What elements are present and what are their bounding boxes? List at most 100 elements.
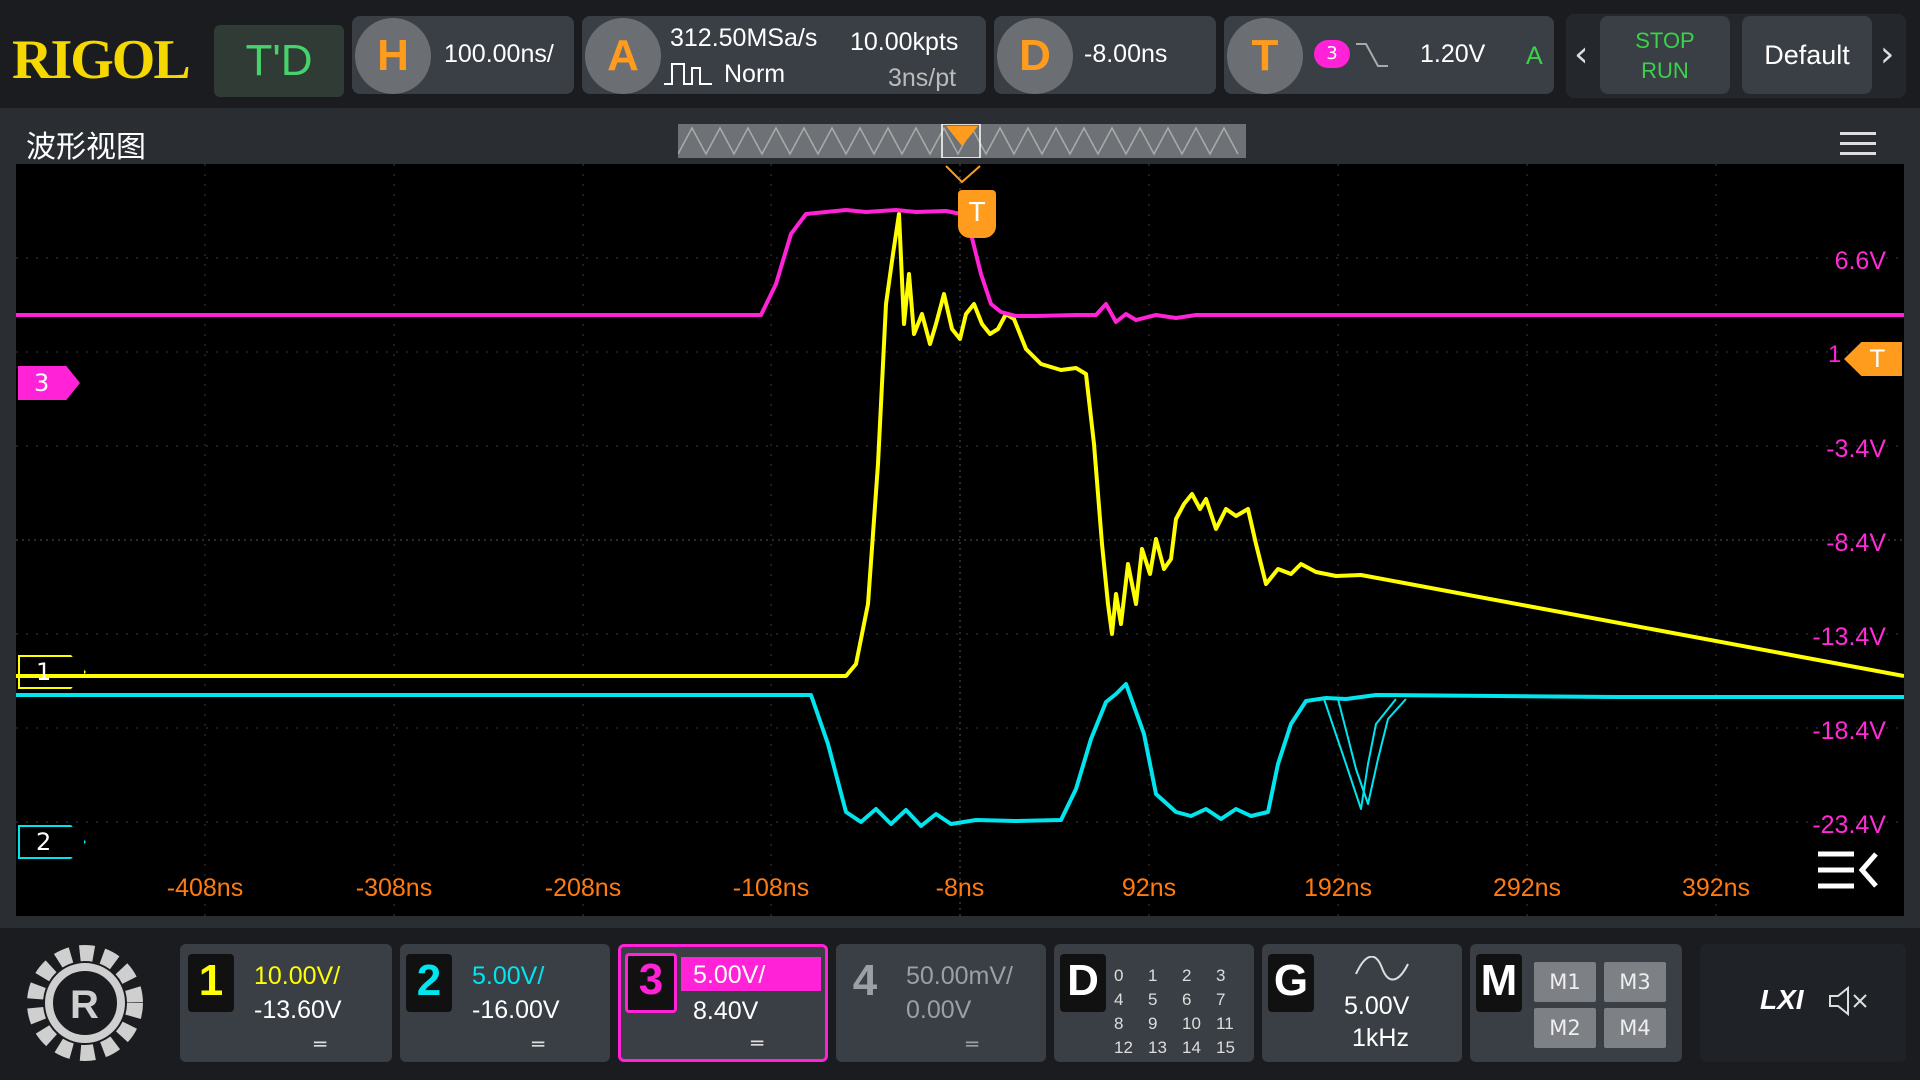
waveform-screen[interactable]	[16, 164, 1905, 916]
acquire-button[interactable]: A	[585, 18, 661, 94]
x-axis-label: 192ns	[1303, 874, 1373, 902]
generator-frequency: 1kHz	[1352, 1024, 1409, 1052]
waveform-graticule	[16, 164, 1905, 916]
digital-bits: 0123 4567 8 9 10 11 12 13 14 15	[1114, 966, 1250, 1058]
math-m1-button[interactable]: M1	[1534, 962, 1596, 1002]
generator-panel[interactable]: G 5.00V 1kHz	[1262, 944, 1462, 1062]
stop-label: STOP	[1635, 28, 1695, 53]
run-label: RUN	[1641, 58, 1689, 83]
ch1-offset: -13.60V	[254, 996, 342, 1024]
y-axis-label: -3.4V	[1826, 435, 1886, 463]
chevron-right-icon[interactable]: ›	[1880, 34, 1894, 75]
digital-bit: 2	[1182, 966, 1192, 985]
x-axis-label: -208ns	[544, 874, 622, 902]
digital-bit: 7	[1216, 990, 1226, 1009]
ch2-number: 2	[416, 956, 442, 1005]
math-m4-button[interactable]: M4	[1604, 1008, 1666, 1048]
acquire-mode-icon	[664, 63, 712, 85]
rising-edge-icon	[1356, 43, 1388, 67]
sine-wave-icon	[1355, 956, 1409, 981]
generator-amplitude: 5.00V	[1344, 992, 1410, 1020]
delay-value: -8.00ns	[1084, 40, 1168, 68]
default-button[interactable]: Default	[1742, 16, 1872, 94]
timebase-value: 100.00ns/	[444, 40, 554, 68]
trigger-level-prefix: 1	[1828, 341, 1842, 368]
x-axis-label: 92ns	[1121, 874, 1177, 902]
chevron-left-icon[interactable]: ‹	[1574, 34, 1588, 75]
generator-letter: G	[1273, 956, 1309, 1005]
ch1-number: 1	[198, 956, 224, 1005]
dc-coupling-icon: ═	[966, 1032, 979, 1056]
x-axis-label: -108ns	[732, 874, 810, 902]
menu-icon[interactable]	[1840, 132, 1876, 158]
dc-coupling-icon: ═	[751, 1031, 764, 1055]
home-gear-icon[interactable]: R	[18, 936, 152, 1070]
digital-bit: 0	[1114, 966, 1124, 985]
digital-bit: 13	[1148, 1038, 1167, 1057]
digital-bit: 12	[1114, 1038, 1133, 1057]
digital-bit: 9	[1148, 1014, 1158, 1033]
ch3-number: 3	[638, 955, 664, 1004]
y-axis-label: -18.4V	[1812, 717, 1886, 745]
svg-text:R: R	[70, 983, 99, 1027]
digital-bit: 4	[1114, 990, 1124, 1009]
trigger-source-badge: 3	[1314, 40, 1350, 68]
speaker-muted-icon[interactable]	[1826, 984, 1870, 1018]
digital-bit: 14	[1182, 1038, 1201, 1057]
x-axis-label: 392ns	[1681, 874, 1751, 902]
ch1-panel[interactable]: 1 10.00V/ -13.60V ═	[180, 944, 392, 1062]
ch4-panel[interactable]: 4 50.00mV/ 0.00V ═	[836, 944, 1046, 1062]
ch4-offset: 0.00V	[906, 996, 972, 1024]
ch2-offset: -16.00V	[472, 996, 560, 1024]
math-letter: M	[1480, 956, 1518, 1005]
trigger-level: 1.20V	[1420, 40, 1486, 68]
math-panel[interactable]: M M1 M3 M2 M4	[1470, 944, 1682, 1062]
ch1-scale: 10.00V/	[254, 962, 341, 990]
stop-run-button[interactable]: STOP RUN	[1600, 16, 1730, 94]
horizontal-button[interactable]: H	[355, 18, 431, 94]
trigger-sweep: A	[1526, 42, 1543, 70]
trigger-button[interactable]: T	[1227, 18, 1303, 94]
ch2-panel[interactable]: 2 5.00V/ -16.00V ═	[400, 944, 610, 1062]
ch2-scale: 5.00V/	[472, 962, 545, 990]
trigger-time-marker[interactable]: T	[958, 190, 996, 238]
dc-coupling-icon: ═	[532, 1032, 545, 1056]
sample-rate: 312.50MSa/s	[670, 24, 818, 52]
mode-button[interactable]: T'D	[214, 25, 344, 97]
status-panel: LXI	[1700, 944, 1906, 1062]
digital-bit: 6	[1182, 990, 1192, 1009]
digital-bit: 11	[1216, 1014, 1234, 1033]
digital-bit: 8	[1114, 1014, 1124, 1033]
digital-bit: 3	[1216, 966, 1226, 985]
delay-button[interactable]: D	[997, 18, 1073, 94]
time-per-point: 3ns/pt	[888, 64, 957, 92]
y-axis-label: -23.4V	[1812, 811, 1886, 839]
ch3-offset: 8.40V	[693, 997, 759, 1025]
trigger-position-icon	[946, 126, 978, 146]
x-axis-label: -408ns	[166, 874, 244, 902]
x-axis-label: 292ns	[1492, 874, 1562, 902]
collapse-panel-icon[interactable]	[1814, 846, 1886, 896]
ch3-panel[interactable]: 3 5.00V/ 8.40V ═	[618, 944, 828, 1062]
digital-letter: D	[1067, 956, 1099, 1005]
digital-bit: 15	[1216, 1038, 1235, 1057]
digital-bit: 5	[1148, 990, 1158, 1009]
math-m3-button[interactable]: M3	[1604, 962, 1666, 1002]
x-axis-label: -8ns	[935, 874, 985, 902]
lxi-logo: LXI	[1760, 984, 1804, 1015]
y-axis-label: -8.4V	[1826, 529, 1886, 557]
ch4-number: 4	[852, 956, 878, 1005]
y-axis-label: 6.6V	[1834, 247, 1886, 275]
trigger-time-icon	[945, 165, 981, 184]
x-axis-label: -308ns	[355, 874, 433, 902]
y-axis-label: -13.4V	[1812, 623, 1886, 651]
ch3-scale: 5.00V/	[693, 961, 766, 989]
digital-bit: 1	[1148, 966, 1158, 985]
acquire-mode: Norm	[724, 60, 786, 88]
math-m2-button[interactable]: M2	[1534, 1008, 1596, 1048]
dc-coupling-icon: ═	[314, 1032, 327, 1056]
digital-panel[interactable]: D 0123 4567 8 9 10 11 12 13 14 15	[1054, 944, 1254, 1062]
waveform-view-title: 波形视图	[26, 130, 146, 165]
ch4-scale: 50.00mV/	[906, 962, 1014, 990]
rigol-logo: RIGOL	[12, 29, 191, 91]
